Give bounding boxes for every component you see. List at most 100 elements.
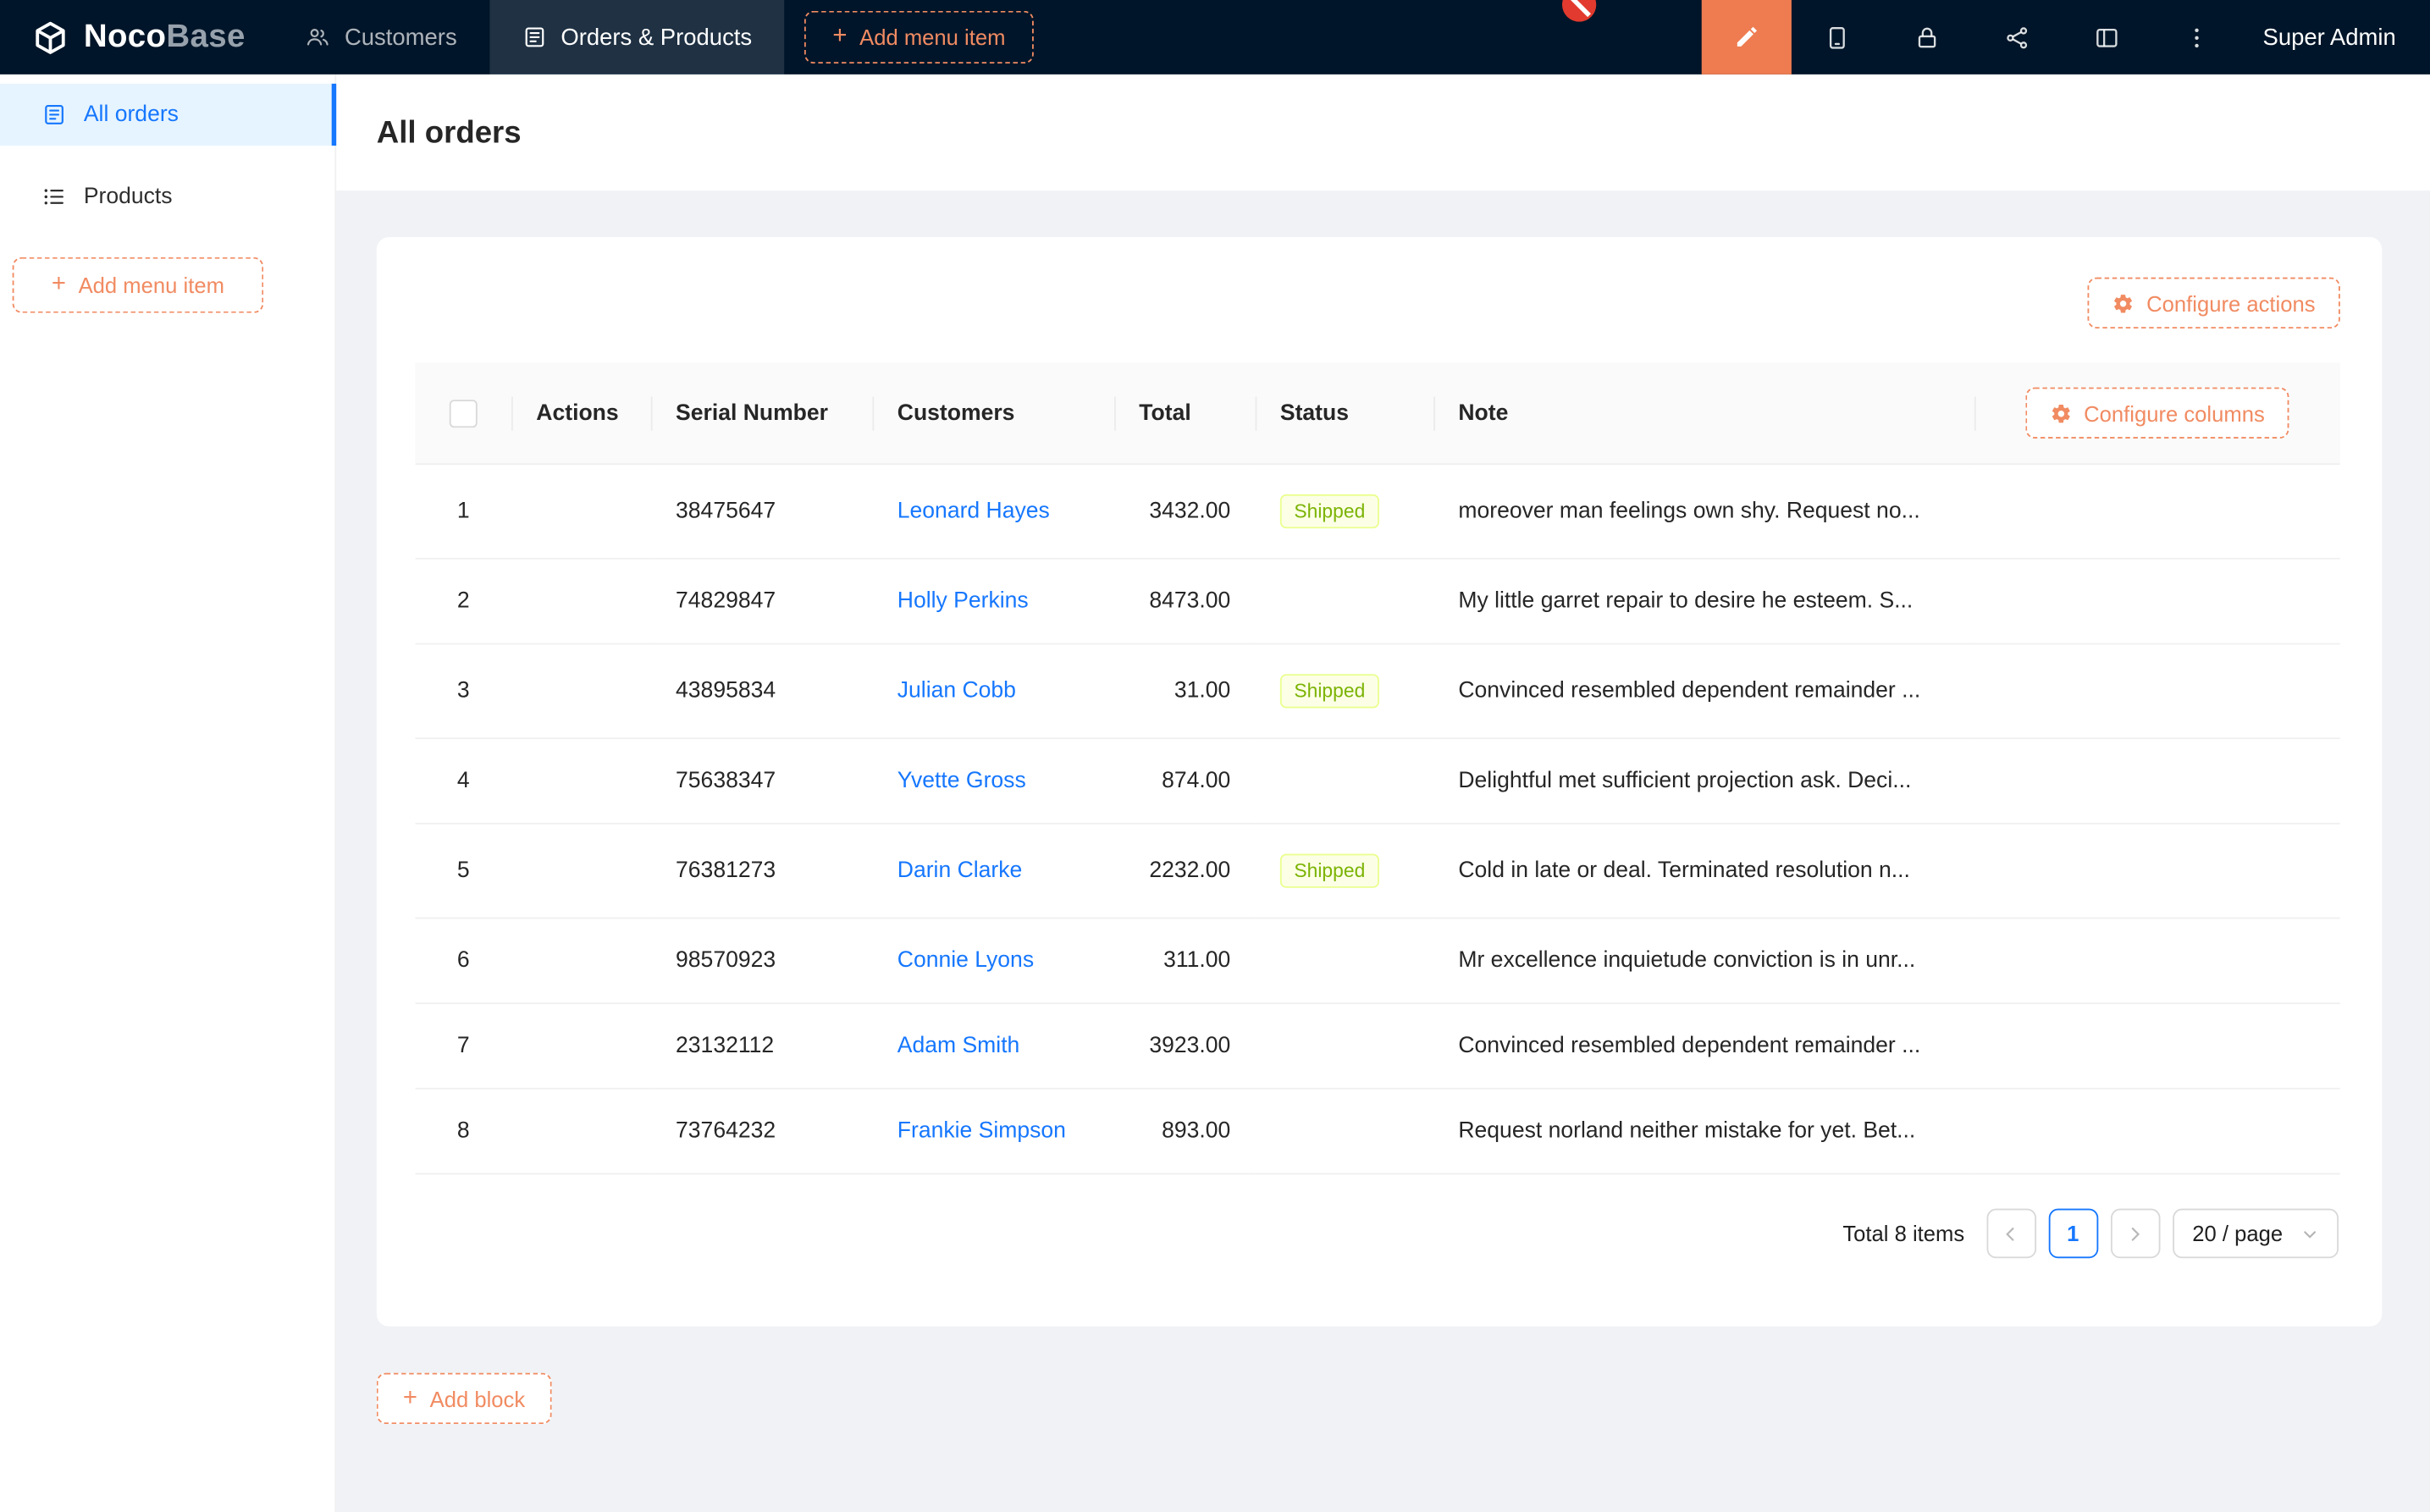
configure-columns-button[interactable]: Configure columns: [2025, 388, 2290, 439]
lock-icon: [1914, 24, 1940, 50]
total-cell: 3923.00: [1114, 1004, 1256, 1090]
serial-cell: 76381273: [651, 825, 873, 919]
total-cell: 3432.00: [1114, 465, 1256, 560]
mobile-client-button[interactable]: [1792, 0, 1881, 74]
api-share-icon: [2003, 24, 2030, 50]
plugin-settings-button[interactable]: [2062, 0, 2151, 74]
api-button[interactable]: [1971, 0, 2061, 74]
row-index: 6: [416, 919, 511, 1004]
customer-link[interactable]: Leonard Hayes: [897, 499, 1050, 523]
row-index: 5: [416, 825, 511, 919]
chevron-left-icon: [2002, 1225, 2019, 1242]
nocobase-logo[interactable]: NocoBase: [0, 0, 273, 74]
pagination: Total 8 items 1: [416, 1174, 2340, 1326]
total-cell: 311.00: [1114, 919, 1256, 1004]
total-cell: 31.00: [1114, 644, 1256, 739]
nav-item-label: Customers: [345, 24, 457, 50]
row-index: 4: [416, 739, 511, 825]
pagination-total: Total 8 items: [1842, 1221, 1964, 1245]
note-cell: Cold in late or deal. Terminated resolut…: [1433, 825, 1974, 919]
gear-icon: [2050, 402, 2072, 424]
status-cell: Shipped: [1256, 465, 1433, 560]
top-header: NocoBase Customers Orders & Products + A…: [0, 0, 2430, 74]
sidebar-item-all-orders[interactable]: All orders: [0, 84, 334, 146]
row-index: 8: [416, 1090, 511, 1175]
add-block-button[interactable]: + Add block: [377, 1373, 552, 1424]
row-index: 1: [416, 465, 511, 560]
actions-cell: [511, 1090, 651, 1175]
pagination-page-1[interactable]: 1: [2048, 1209, 2098, 1259]
customer-link[interactable]: Yvette Gross: [897, 769, 1026, 793]
customer-link[interactable]: Julian Cobb: [897, 679, 1016, 704]
configure-actions-label: Configure actions: [2146, 290, 2315, 315]
customer-link[interactable]: Darin Clarke: [897, 858, 1023, 883]
configure-actions-button[interactable]: Configure actions: [2088, 278, 2340, 328]
nav-item-orders-products[interactable]: Orders & Products: [489, 0, 784, 74]
actions-cell: [511, 560, 651, 645]
table-row: 3 43895834 Julian Cobb 31.00 Shipped Con…: [416, 644, 2340, 739]
status-cell: Shipped: [1256, 825, 1433, 919]
actions-cell: [511, 1004, 651, 1090]
page-size-value: 20 / page: [2192, 1221, 2283, 1245]
ui-editor-pen-icon: [1733, 23, 1761, 51]
no-entry-icon: [1562, 0, 1596, 22]
column-header-note[interactable]: Note: [1433, 362, 1974, 465]
customer-link[interactable]: Frankie Simpson: [897, 1119, 1066, 1144]
chevron-down-icon: [2301, 1225, 2318, 1242]
customers-icon: [306, 25, 330, 49]
sidebar-item-label: All orders: [84, 102, 179, 127]
note-cell: Convinced resembled dependent remainder …: [1433, 1004, 1974, 1090]
total-cell: 874.00: [1114, 739, 1256, 825]
row-index: 3: [416, 644, 511, 739]
pagination-next-button[interactable]: [2110, 1209, 2160, 1259]
pagination-prev-button[interactable]: [1986, 1209, 2036, 1259]
page-header: All orders: [336, 74, 2430, 190]
column-header-serial-number[interactable]: Serial Number: [651, 362, 873, 465]
customer-link[interactable]: Connie Lyons: [897, 948, 1034, 973]
column-header-actions[interactable]: Actions: [511, 362, 651, 465]
actions-cell: [511, 644, 651, 739]
page-size-select[interactable]: 20 / page: [2172, 1209, 2339, 1259]
table-row: 1 38475647 Leonard Hayes 3432.00 Shipped…: [416, 465, 2340, 560]
more-menu-button[interactable]: [2151, 0, 2241, 74]
actions-cell: [511, 919, 651, 1004]
user-menu[interactable]: Super Admin: [2241, 0, 2430, 74]
sidebar-item-label: Products: [84, 185, 173, 209]
all-orders-icon: [41, 102, 66, 127]
actions-cell: [511, 739, 651, 825]
note-cell: Mr excellence inquietude conviction is i…: [1433, 919, 1974, 1004]
header-add-menu-item-button[interactable]: + Add menu item: [804, 11, 1033, 63]
customer-link[interactable]: Adam Smith: [897, 1034, 1020, 1058]
configure-columns-label: Configure columns: [2084, 400, 2265, 425]
customer-link[interactable]: Holly Perkins: [897, 589, 1029, 614]
products-list-icon: [41, 185, 66, 209]
table-row: 2 74829847 Holly Perkins 8473.00 My litt…: [416, 560, 2340, 645]
note-cell: Request norland neither mistake for yet.…: [1433, 1090, 1974, 1175]
table-row: 7 23132112 Adam Smith 3923.00 Convinced …: [416, 1004, 2340, 1090]
total-cell: 8473.00: [1114, 560, 1256, 645]
plus-icon: +: [403, 1386, 417, 1410]
ui-editor-button[interactable]: [1702, 0, 1792, 74]
status-badge: Shipped: [1280, 674, 1379, 708]
nav-item-label: Orders & Products: [561, 24, 752, 50]
column-header-total[interactable]: Total: [1114, 362, 1256, 465]
column-header-status[interactable]: Status: [1256, 362, 1433, 465]
plus-icon: +: [832, 25, 847, 49]
status-cell: [1256, 1004, 1433, 1090]
orders-icon: [522, 25, 547, 49]
row-index: 2: [416, 560, 511, 645]
serial-cell: 98570923: [651, 919, 873, 1004]
sidebar-add-menu-item-button[interactable]: + Add menu item: [13, 257, 264, 313]
orders-table: Actions Serial Number Customers Total St…: [416, 362, 2340, 1174]
sidebar: All orders Products + Add menu item: [0, 74, 336, 1512]
nav-item-customers[interactable]: Customers: [273, 0, 489, 74]
total-cell: 893.00: [1114, 1090, 1256, 1175]
sidebar-item-products[interactable]: Products: [0, 166, 334, 228]
note-cell: My little garret repair to desire he est…: [1433, 560, 1974, 645]
auth-button[interactable]: [1881, 0, 1971, 74]
note-cell: Delightful met sufficient projection ask…: [1433, 739, 1974, 825]
logo-text: NocoBase: [84, 19, 246, 56]
layout-icon: [2093, 24, 2119, 50]
select-all-checkbox[interactable]: [450, 399, 478, 427]
column-header-customers[interactable]: Customers: [872, 362, 1114, 465]
